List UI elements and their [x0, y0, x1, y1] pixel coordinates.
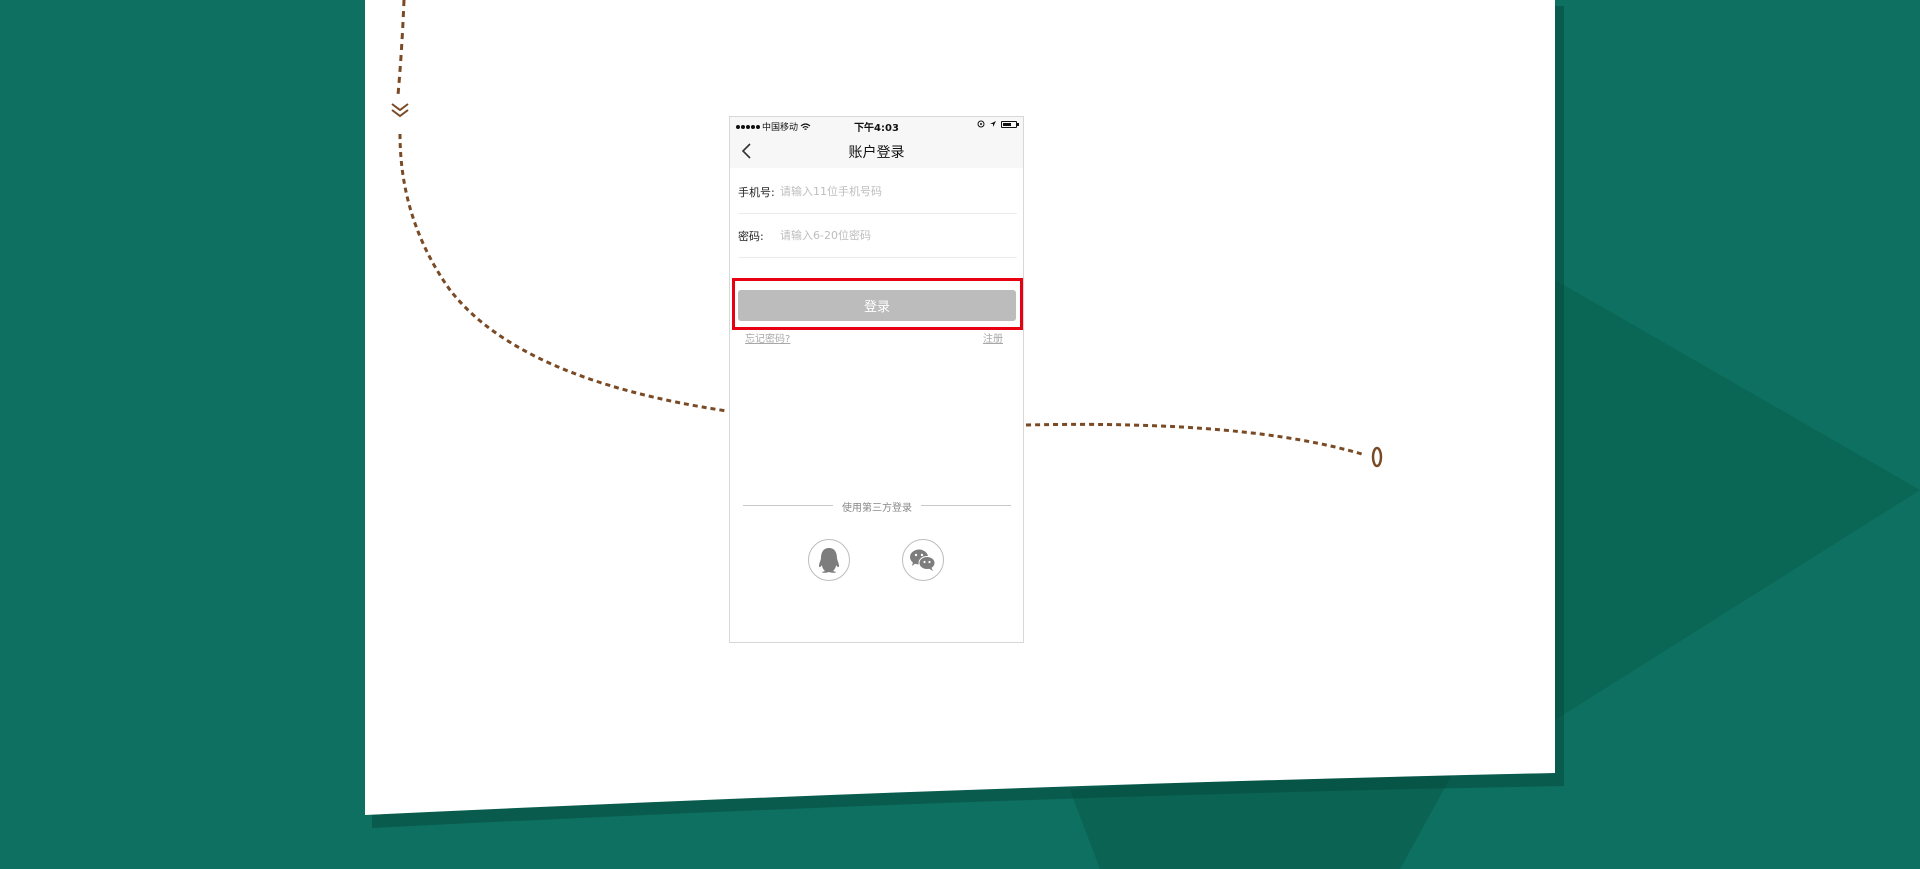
password-label: 密码: — [738, 230, 764, 243]
phone-label: 手机号: — [738, 186, 775, 199]
divider-line-right — [921, 505, 1011, 506]
location-icon — [990, 121, 996, 127]
third-party-divider: 使用第三方登录 — [743, 499, 1011, 514]
register-link[interactable]: 注册 — [983, 330, 1003, 345]
nav-bar: 账户登录 — [730, 134, 1023, 168]
forgot-password-link[interactable]: 忘记密码? — [745, 330, 790, 345]
battery-icon — [1001, 120, 1019, 128]
page-title: 账户登录 — [848, 145, 905, 161]
qq-icon — [819, 548, 839, 573]
wechat-login-button[interactable] — [902, 539, 944, 581]
password-field: 密码: — [738, 214, 1017, 258]
third-party-label: 使用第三方登录 — [842, 503, 912, 514]
status-bar: 中国移动 下午4:03 — [730, 117, 1023, 134]
login-highlight-box — [732, 278, 1023, 330]
phone-input[interactable] — [780, 179, 1010, 203]
password-input[interactable] — [780, 223, 1010, 247]
wechat-icon — [910, 549, 936, 571]
status-right — [977, 120, 1019, 128]
qq-login-button[interactable] — [808, 539, 850, 581]
phone-mockup: 中国移动 下午4:03 账户登录 手机号: 密码: — [729, 116, 1024, 643]
phone-field: 手机号: — [738, 170, 1017, 214]
background-shard — [1555, 280, 1920, 720]
orientation-lock-icon — [977, 120, 985, 128]
